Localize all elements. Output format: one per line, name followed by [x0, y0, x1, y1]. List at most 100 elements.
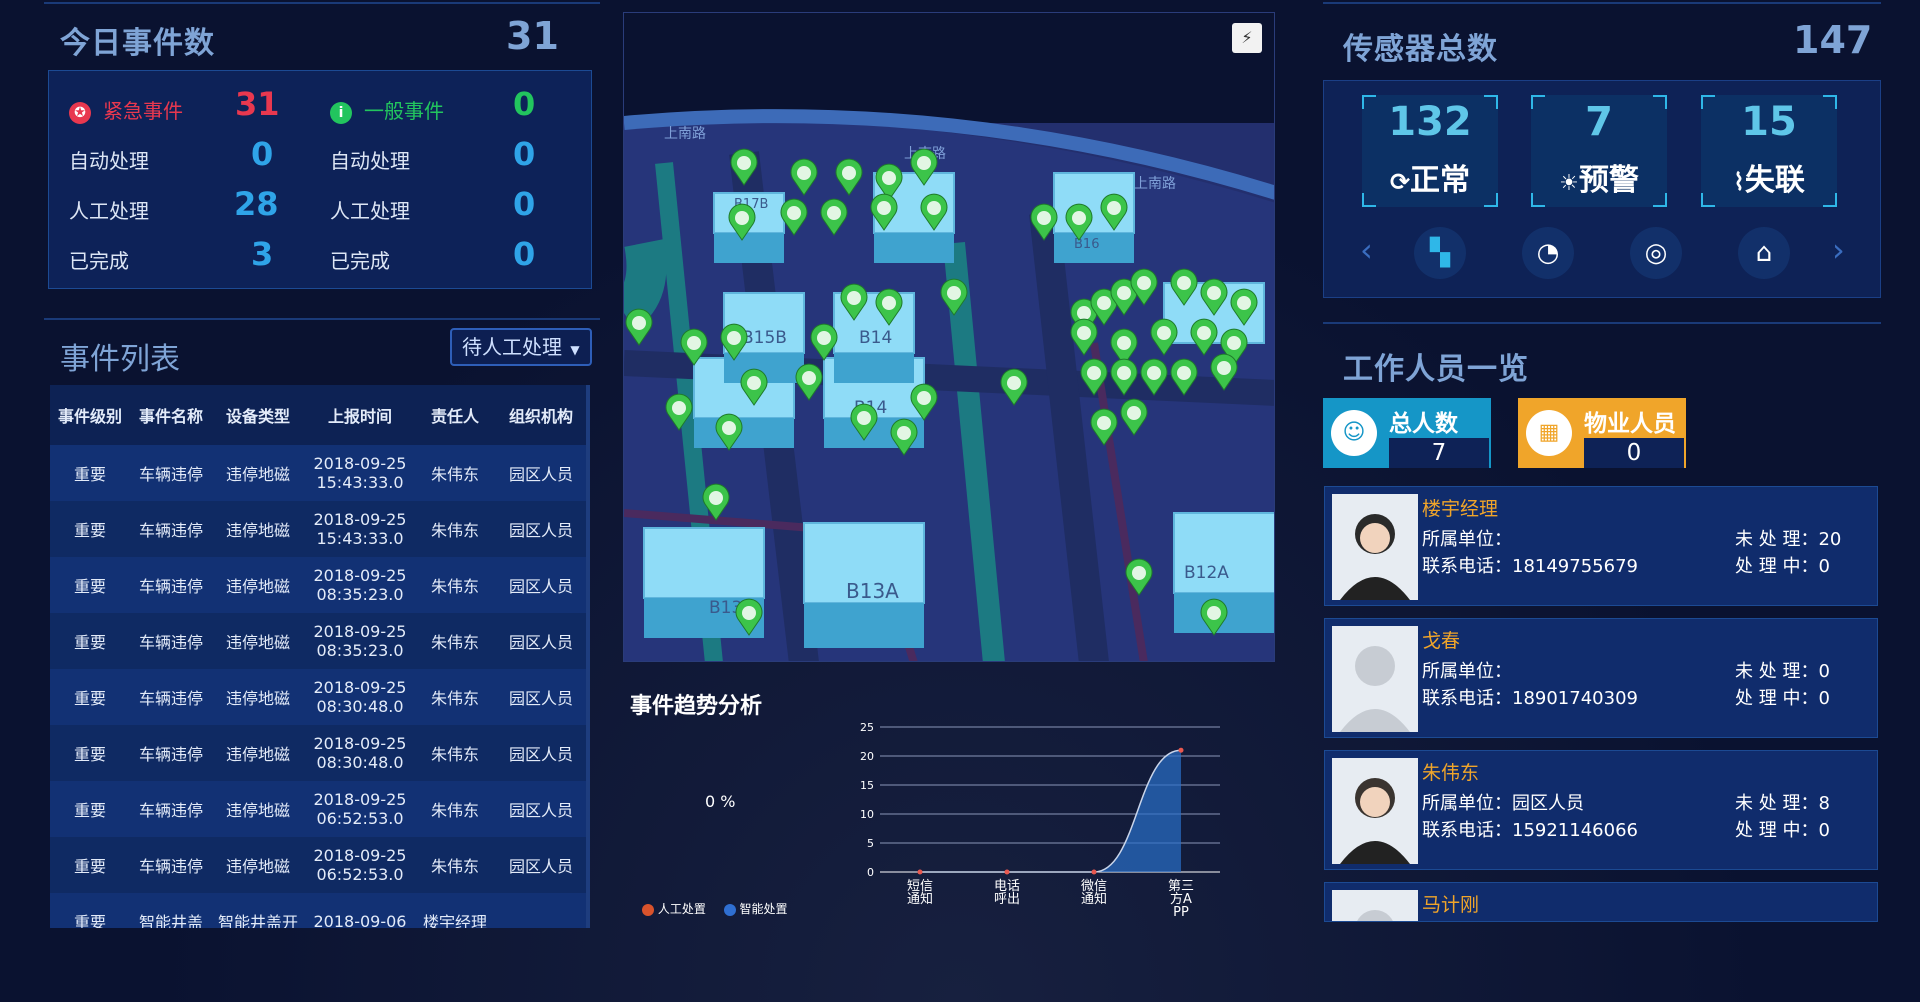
chevron-left-icon[interactable]: ‹ [1360, 231, 1373, 269]
phone-label: 联系电话： [1422, 688, 1512, 709]
refresh-icon: ⟳ [1389, 168, 1411, 196]
table-cell: 违停地磁 [225, 689, 290, 708]
normal-done-label: 已完成 [330, 249, 390, 273]
table-cell: 朱伟东 [430, 633, 479, 652]
data-point[interactable] [1004, 869, 1010, 875]
urgent-done-label: 已完成 [69, 249, 129, 273]
urgent-value: 31 [235, 85, 280, 123]
chevron-right-icon[interactable]: › [1832, 231, 1845, 269]
table-cell: 违停地磁 [225, 801, 290, 820]
staff-name: 戈春 [1422, 630, 1461, 652]
table-header: 事件级别 事件名称 设备类型 上报时间 责任人 组织机构 [50, 385, 588, 445]
table-row[interactable]: 重要 车辆违停 违停地磁 2018-09-25 15:43:33.0 朱伟东 园区人员 [50, 445, 588, 501]
staff-title: 工作人员一览 [1343, 352, 1529, 387]
staff-name: 马计刚 [1422, 894, 1480, 916]
phone-label: 联系电话： [1422, 556, 1512, 577]
y-tick-label: 5 [867, 837, 874, 850]
total-staff-label: 总人数 [1389, 411, 1458, 437]
table-row[interactable]: 重要 车辆违停 违停地磁 2018-09-25 08:35:23.0 朱伟东 园区人员 [50, 613, 588, 669]
dashboard-icon[interactable]: ▚ [1414, 227, 1466, 279]
staff-pending: 20 [1818, 529, 1842, 550]
sensor-normal-count: 132 [1388, 99, 1472, 145]
sensor-warning-count: 7 [1585, 99, 1613, 145]
table-cell: 重要 [73, 857, 106, 876]
table-cell: 重要 [73, 689, 106, 708]
sensor-total: 147 [1793, 18, 1873, 62]
chevron-down-icon: ▼ [570, 343, 580, 357]
divider [44, 2, 600, 4]
table-row[interactable]: 重要 智能井盖 智能井盖开 2018-09-06 楼宇经理 [50, 893, 588, 928]
normal-manual-value: 0 [513, 185, 536, 223]
fullscreen-toggle-button[interactable]: ⚡ [1232, 23, 1262, 53]
normal-auto-label: 自动处理 [330, 149, 410, 173]
table-cell: 车辆违停 [138, 577, 203, 596]
table-cell: 违停地磁 [225, 857, 290, 876]
avatar [1332, 890, 1418, 921]
table-cell: 车辆违停 [138, 745, 203, 764]
staff-phone: 18149755679 [1512, 556, 1638, 577]
table-cell: 智能井盖开 [217, 913, 298, 928]
staff-phone: 18901740309 [1512, 688, 1638, 709]
table-row[interactable]: 重要 车辆违停 违停地磁 2018-09-25 08:35:23.0 朱伟东 园区人员 [50, 557, 588, 613]
staff-phone: 15921146066 [1512, 820, 1638, 841]
column-header: 责任人 [430, 407, 479, 426]
campus-3d-map[interactable]: 上南路 上南路 上南路 B15B B14 B14 B13A B13 B12A B… [623, 12, 1275, 662]
table-cell: 重要 [73, 521, 106, 540]
sensor-warning-box[interactable]: 7 ☀预警 [1531, 95, 1667, 207]
table-row[interactable]: 重要 车辆违停 违停地磁 2018-09-25 06:52:53.0 朱伟东 园区人员 [50, 781, 588, 837]
table-row[interactable]: 重要 车辆违停 违停地磁 2018-09-25 08:30:48.0 朱伟东 园区人员 [50, 669, 588, 725]
column-header: 事件名称 [138, 407, 203, 426]
y-tick-label: 15 [860, 779, 874, 792]
y-tick-label: 20 [860, 750, 874, 763]
divider [1323, 322, 1881, 324]
manhole-icon[interactable]: ⌂ [1738, 227, 1790, 279]
table-cell: 车辆违停 [138, 857, 203, 876]
table-cell: 违停地磁 [225, 633, 290, 652]
data-point[interactable] [1091, 869, 1097, 875]
table-cell: 朱伟东 [430, 689, 479, 708]
sensor-normal-box[interactable]: 132 ⟳正常 [1362, 95, 1498, 207]
table-cell: 车辆违停 [138, 633, 203, 652]
urgent-auto-label: 自动处理 [69, 149, 149, 173]
table-cell: 2018-09-25 08:35:23.0 [313, 622, 407, 660]
urgent-icon: ✪ [69, 101, 91, 124]
table-scrollbar[interactable] [586, 385, 590, 928]
table-cell: 重要 [73, 633, 106, 652]
table-cell: 智能井盖 [138, 913, 203, 928]
data-point[interactable] [1178, 747, 1184, 753]
event-table: 事件级别 事件名称 设备类型 上报时间 责任人 组织机构 重要 车辆违停 违停地磁 2… [50, 385, 588, 928]
y-tick-label: 0 [867, 866, 874, 879]
today-events-title: 今日事件数 [60, 26, 215, 61]
staff-card[interactable]: 楼宇经理 所属单位： 联系电话：18149755679 未 处 理：20 处 理 中：0 [1324, 486, 1878, 606]
table-cell: 园区人员 [508, 689, 573, 708]
column-header: 事件级别 [57, 407, 122, 426]
table-cell: 车辆违停 [138, 521, 203, 540]
column-header: 设备类型 [225, 407, 290, 426]
staff-card[interactable]: 戈春 所属单位： 联系电话：18901740309 未 处 理：0 处 理 中：0 [1324, 618, 1878, 738]
table-cell: 车辆违停 [138, 801, 203, 820]
data-point[interactable] [917, 869, 923, 875]
staff-card[interactable]: 朱伟东 所属单位：园区人员 联系电话：15921146066 未 处 理：8 处 理 中… [1324, 750, 1878, 870]
legend-dot-icon [723, 903, 736, 916]
table-row[interactable]: 重要 车辆违停 违停地磁 2018-09-25 06:52:53.0 朱伟东 园区人员 [50, 837, 588, 893]
urgent-label: ✪ 紧急事件 [69, 95, 183, 124]
staff-pending: 0 [1818, 661, 1830, 682]
property-staff-tag[interactable]: ▦ 物业人员 0 [1518, 398, 1686, 468]
table-row[interactable]: 重要 车辆违停 违停地磁 2018-09-25 08:30:48.0 朱伟东 园区人员 [50, 725, 588, 781]
sensor-offline-box[interactable]: 15 ⌇失联 [1701, 95, 1837, 207]
status-filter-dropdown[interactable]: 待人工处理 ▼ [450, 328, 592, 366]
staff-card[interactable]: 马计刚所属单位：联系电话：未 处 理：处 理 中： [1324, 882, 1878, 922]
staff-processing: 0 [1818, 688, 1830, 709]
unit-label: 所属单位： [1422, 793, 1512, 814]
sensor-offline-label: 失联 [1744, 163, 1805, 198]
target-icon[interactable]: ◎ [1630, 227, 1682, 279]
event-list-title: 事件列表 [60, 342, 180, 377]
legend-dot-icon [642, 903, 654, 916]
urgent-done-value: 3 [251, 235, 274, 273]
water-meter-icon[interactable]: ◔ [1522, 227, 1574, 279]
user-icon: ☺ [1331, 410, 1377, 456]
total-staff-tag[interactable]: ☺ 总人数 7 [1323, 398, 1491, 468]
table-cell: 园区人员 [508, 521, 573, 540]
table-cell: 重要 [73, 801, 106, 820]
table-row[interactable]: 重要 车辆违停 违停地磁 2018-09-25 15:43:33.0 朱伟东 园区人员 [50, 501, 588, 557]
